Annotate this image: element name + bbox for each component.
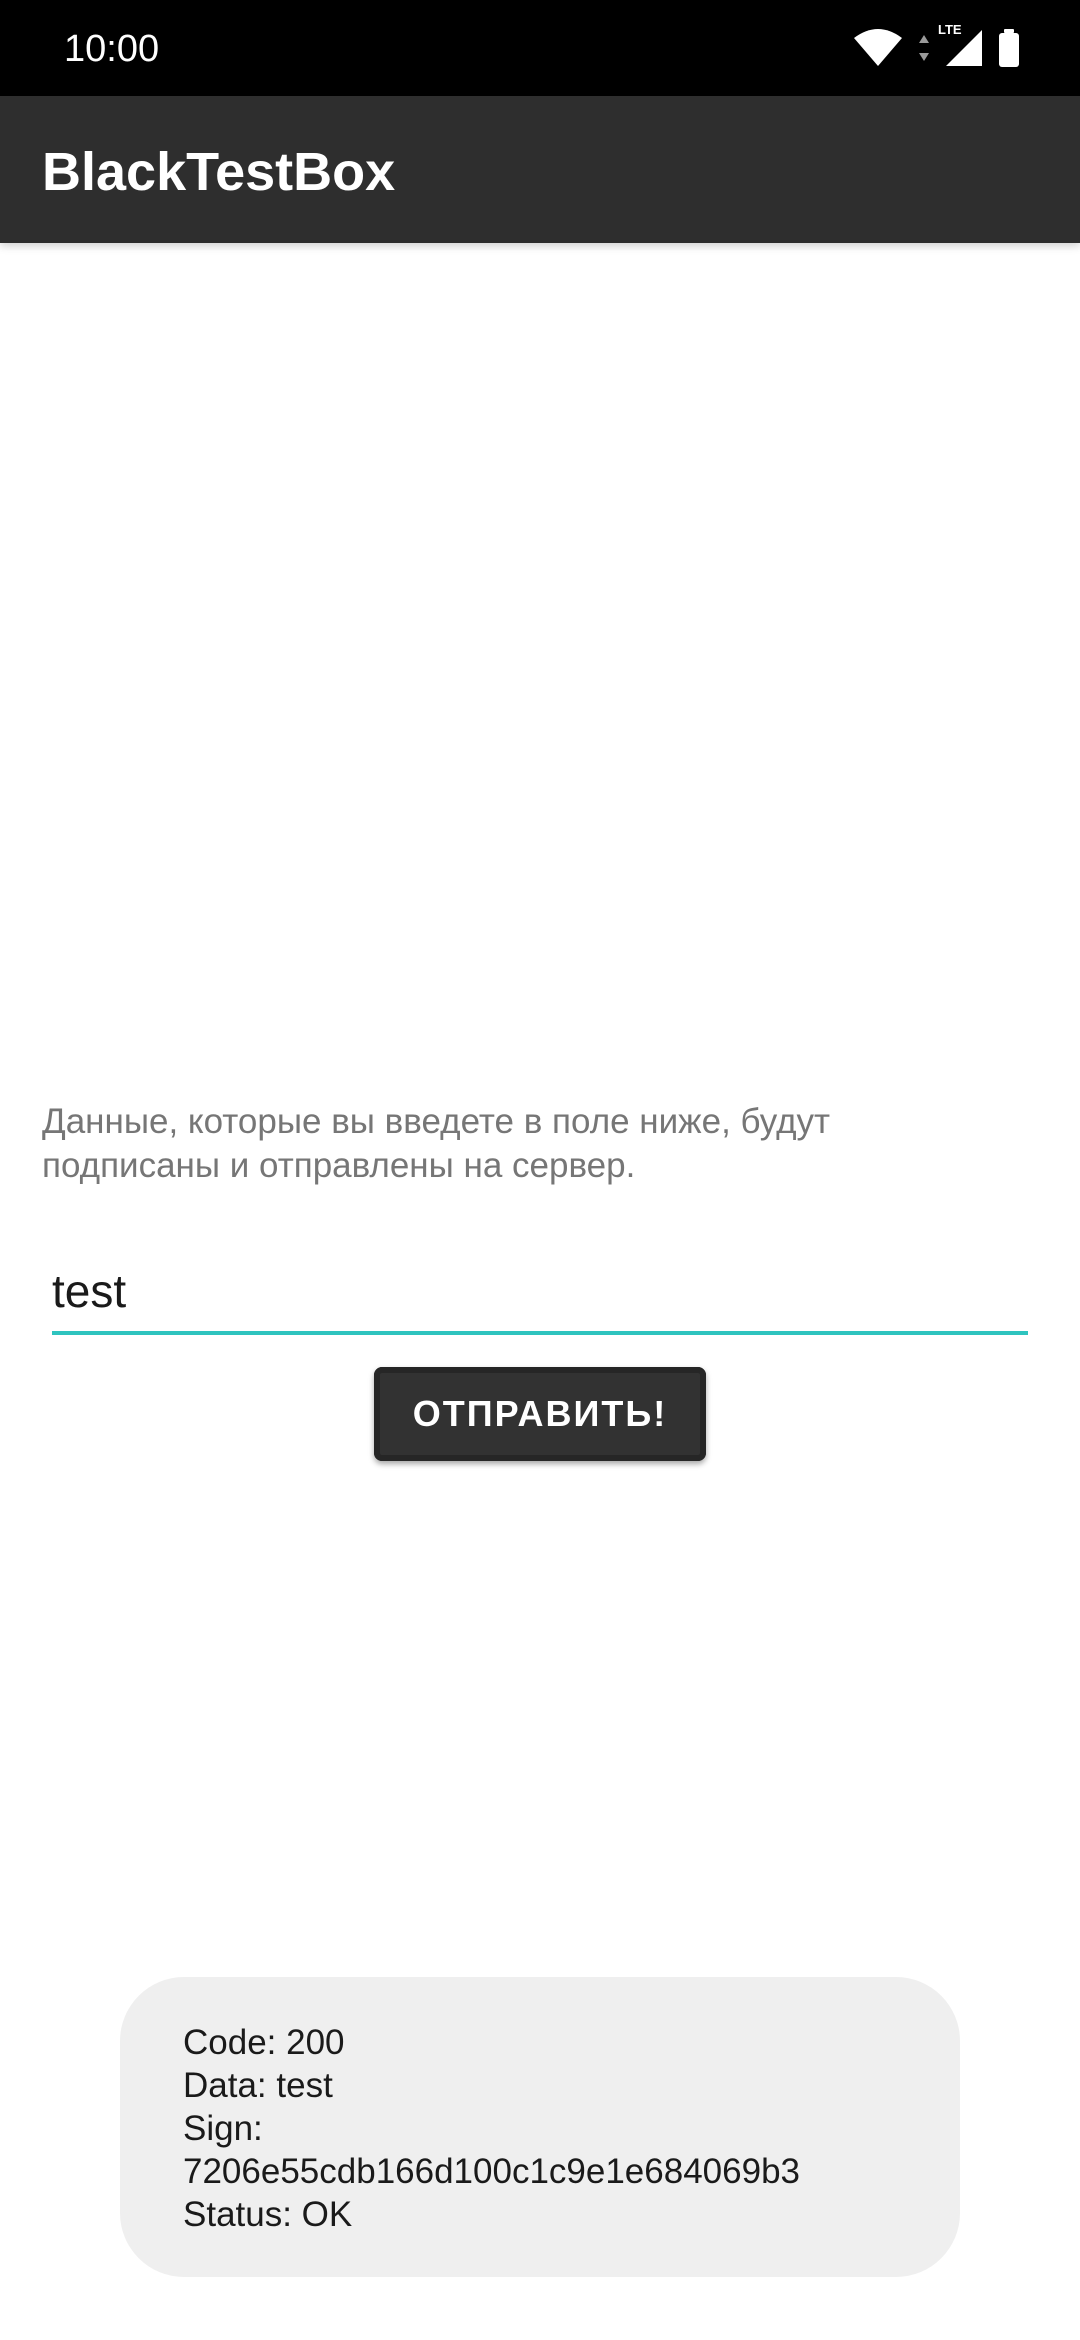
status-bar: 10:00 LTE	[0, 0, 1080, 96]
data-arrows-icon	[918, 33, 930, 63]
response-sign-label: Sign:	[183, 2109, 263, 2148]
response-text: Code: 200 Data: test Sign: 7206e55cdb166…	[183, 2021, 800, 2236]
app-bar: BlackTestBox	[0, 96, 1080, 243]
send-button[interactable]: ОТПРАВИТЬ!	[374, 1367, 706, 1461]
status-icons: LTE	[852, 22, 1020, 70]
instruction-text: Данные, которые вы введете в поле ниже, …	[42, 1100, 1042, 1188]
wifi-icon	[852, 28, 904, 68]
battery-icon	[998, 29, 1020, 67]
response-sign-value: 7206e55cdb166d100c1c9e1e684069b3	[183, 2152, 800, 2191]
signal-icon: LTE	[938, 22, 984, 68]
instruction-line-2: подписаны и отправлены на сервер.	[42, 1146, 636, 1185]
response-data: Data: test	[183, 2066, 333, 2105]
response-code: Code: 200	[183, 2023, 345, 2062]
instruction-line-1: Данные, которые вы введете в поле ниже, …	[42, 1102, 831, 1141]
data-input[interactable]	[52, 1255, 1028, 1327]
data-input-container	[52, 1255, 1028, 1335]
network-label: LTE	[938, 22, 962, 37]
status-time: 10:00	[64, 28, 160, 70]
response-status: Status: OK	[183, 2195, 353, 2234]
response-toast: Code: 200 Data: test Sign: 7206e55cdb166…	[120, 1977, 960, 2277]
app-title: BlackTestBox	[42, 142, 396, 202]
